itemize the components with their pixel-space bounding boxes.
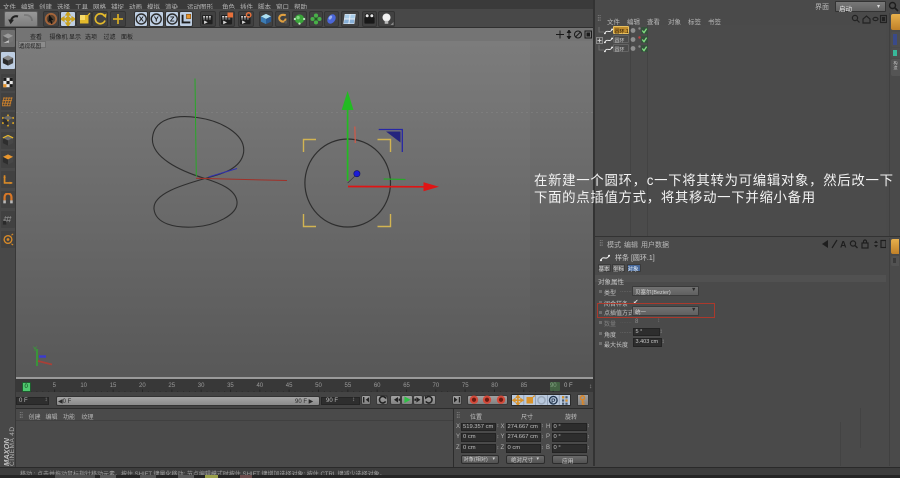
svg-text:P: P: [551, 397, 556, 404]
svg-text:A: A: [840, 240, 847, 250]
svg-text:Y: Y: [33, 347, 37, 353]
svg-text:Z: Z: [169, 15, 174, 24]
svg-text:X: X: [138, 15, 143, 24]
svg-text:Y: Y: [154, 15, 159, 24]
